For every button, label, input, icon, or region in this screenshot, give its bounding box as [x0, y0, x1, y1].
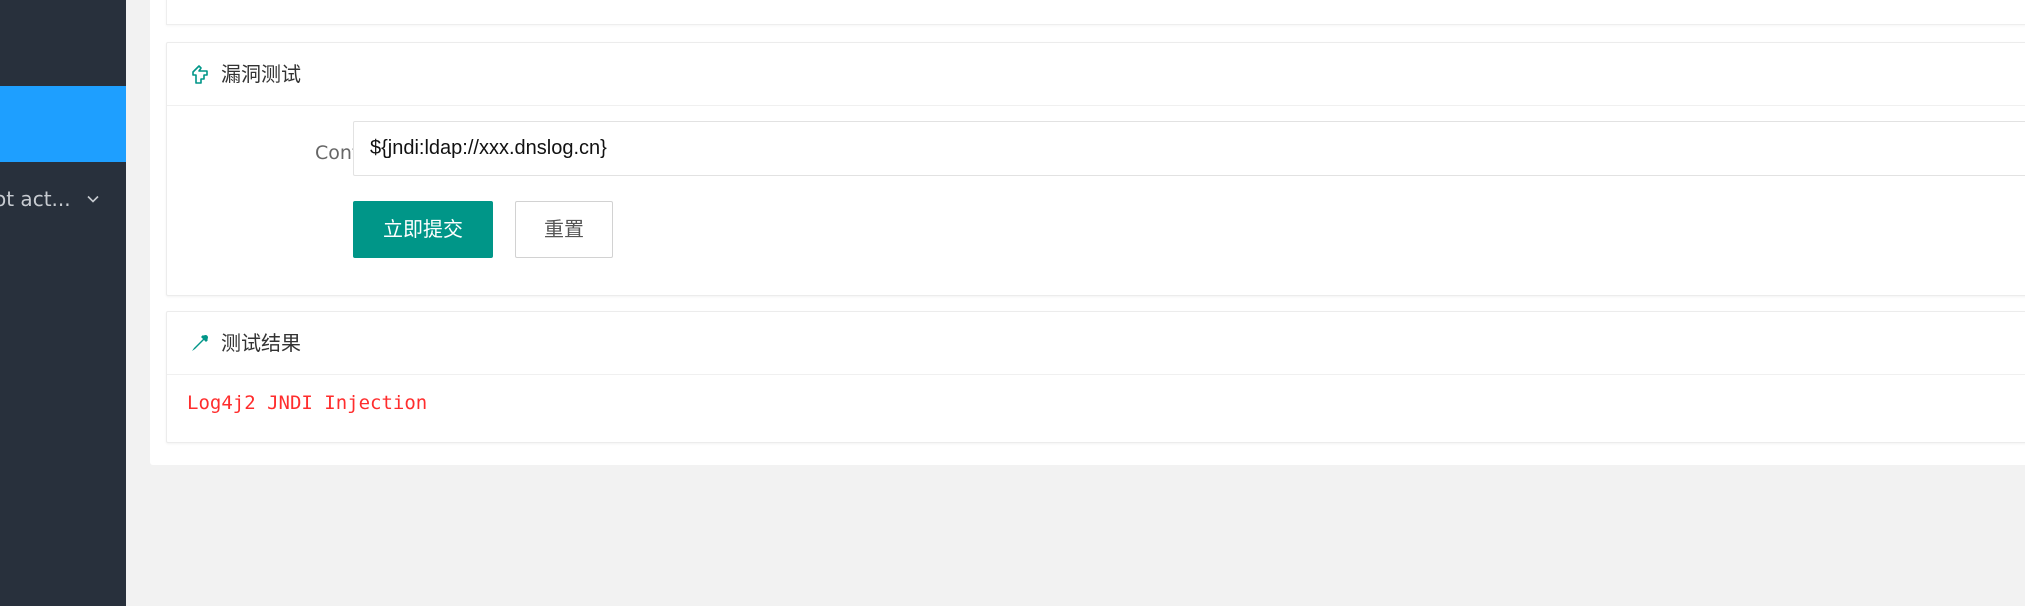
- test-result-panel: 测试结果 Log4j2 JNDI Injection: [166, 311, 2025, 443]
- content-input[interactable]: [354, 122, 2025, 175]
- panel-title: 测试结果: [221, 331, 301, 355]
- panel-header: 漏洞测试: [167, 43, 2025, 106]
- sidebar: ot act...: [0, 0, 126, 606]
- dropper-icon: [192, 335, 208, 351]
- sidebar-active-item[interactable]: [0, 86, 126, 162]
- sidebar-item-collapsed[interactable]: ot act...: [0, 183, 126, 215]
- reset-button[interactable]: 重置: [515, 201, 613, 258]
- result-text: Log4j2 JNDI Injection: [187, 392, 428, 414]
- content-field[interactable]: [353, 121, 2025, 176]
- description-card: [166, 0, 2025, 25]
- panel-header: 测试结果: [167, 312, 2025, 375]
- hand-pointer-icon: [192, 65, 208, 84]
- vuln-test-panel: 漏洞测试 Content: 立即提交 重置: [166, 42, 2025, 296]
- sidebar-item-label: ot act...: [0, 187, 71, 211]
- submit-button[interactable]: 立即提交: [353, 201, 493, 258]
- chevron-down-icon: [87, 195, 99, 203]
- panel-title: 漏洞测试: [221, 62, 301, 86]
